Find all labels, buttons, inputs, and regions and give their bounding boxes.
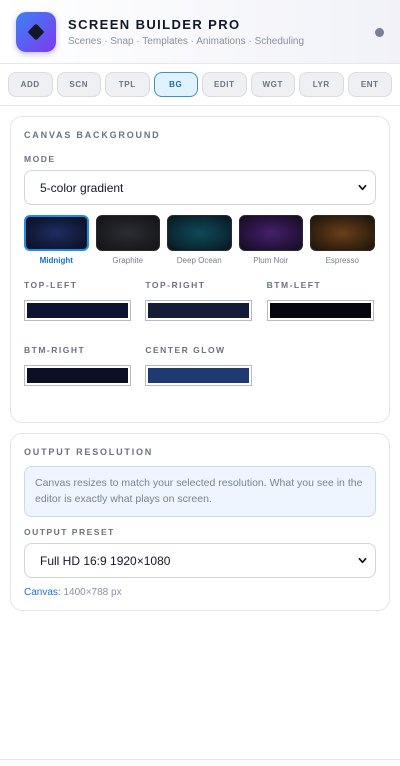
tab-edit[interactable]: EDIT: [202, 72, 247, 97]
preset-midnight[interactable]: Midnight: [24, 215, 89, 265]
canvas-background-card: CANVAS BACKGROUND MODE 5-color gradient …: [10, 116, 390, 423]
footer-divider: [0, 759, 400, 760]
tabs-divider: [0, 105, 400, 106]
preset-swatch-box: [24, 215, 89, 251]
color-top-right: TOP-RIGHT: [145, 280, 254, 345]
canvas-size-readout: Canvas: 1400×788 px: [24, 587, 376, 598]
app-subtitle: Scenes · Snap · Templates · Animations ·…: [68, 35, 305, 47]
preset-label: Espresso: [325, 256, 359, 265]
tab-ent[interactable]: ENT: [347, 72, 392, 97]
preset-swatches: Midnight Graphite Deep Ocean Plum Noir E…: [24, 215, 376, 265]
preset-deep-ocean[interactable]: Deep Ocean: [167, 215, 232, 265]
chevron-down-icon: [358, 557, 367, 564]
color-picker-center-glow[interactable]: [145, 365, 253, 386]
header-titles: SCREEN BUILDER PRO Scenes · Snap · Templ…: [68, 17, 304, 47]
output-preset-value: Full HD 16:9 1920×1080: [40, 553, 171, 568]
color-fill: [148, 303, 250, 318]
preset-swatch-box: [310, 215, 375, 251]
color-label: CENTER GLOW: [145, 345, 226, 355]
card-title: OUTPUT RESOLUTION: [24, 447, 154, 457]
chevron-down-icon: [358, 184, 367, 191]
color-picker-btm-left[interactable]: [266, 300, 374, 321]
gradient-color-grid: TOP-LEFT TOP-RIGHT BTM-LEFT BTM-RIGHT CE…: [24, 280, 376, 410]
tab-lyr[interactable]: LYR: [299, 72, 344, 97]
app-logo: [16, 11, 56, 52]
color-fill: [269, 303, 371, 318]
color-fill: [148, 368, 250, 383]
mode-label: MODE: [24, 154, 56, 164]
tab-bg[interactable]: BG: [153, 72, 198, 97]
app-title: SCREEN BUILDER PRO: [68, 16, 241, 32]
preset-swatch-box: [95, 215, 160, 251]
canvas-size-value: 1400×788 px: [63, 587, 122, 598]
output-resolution-card: OUTPUT RESOLUTION Canvas resizes to matc…: [10, 433, 390, 611]
color-fill: [27, 303, 128, 318]
color-picker-top-left[interactable]: [24, 300, 131, 321]
color-picker-btm-right[interactable]: [24, 365, 131, 386]
resolution-notice: Canvas resizes to match your selected re…: [24, 466, 376, 517]
preset-swatch-box: [238, 215, 303, 251]
status-dot-icon: [375, 28, 384, 37]
output-preset-label: OUTPUT PRESET: [24, 527, 115, 537]
color-btm-left: BTM-LEFT: [266, 280, 376, 345]
output-preset-select[interactable]: Full HD 16:9 1920×1080: [24, 543, 376, 578]
color-fill: [27, 368, 128, 383]
tab-tpl[interactable]: TPL: [105, 72, 150, 97]
tab-wgt[interactable]: WGT: [250, 72, 295, 97]
color-label: BTM-RIGHT: [24, 345, 86, 355]
preset-graphite[interactable]: Graphite: [95, 215, 160, 265]
preset-label: Midnight: [39, 256, 73, 265]
preset-plum-noir[interactable]: Plum Noir: [238, 215, 303, 265]
preset-label: Deep Ocean: [176, 256, 222, 265]
color-top-left: TOP-LEFT: [24, 280, 133, 345]
card-title: CANVAS BACKGROUND: [24, 130, 161, 140]
preset-espresso[interactable]: Espresso: [310, 215, 375, 265]
color-picker-top-right[interactable]: [145, 300, 253, 321]
tab-add[interactable]: ADD: [8, 72, 53, 97]
color-label: BTM-LEFT: [266, 280, 322, 290]
preset-label: Plum Noir: [253, 256, 289, 265]
canvas-size-key: Canvas:: [24, 587, 61, 598]
color-center-glow: CENTER GLOW: [145, 345, 254, 410]
color-label: TOP-LEFT: [24, 280, 78, 290]
tab-bar: ADD SCN TPL BG EDIT WGT LYR ENT: [0, 64, 400, 104]
color-label: TOP-RIGHT: [145, 280, 206, 290]
mode-select-value: 5-color gradient: [40, 180, 124, 195]
diamond-icon: [27, 23, 45, 40]
app-header: SCREEN BUILDER PRO Scenes · Snap · Templ…: [0, 0, 400, 64]
mode-select[interactable]: 5-color gradient: [24, 170, 376, 205]
preset-label: Graphite: [112, 256, 144, 265]
color-btm-right: BTM-RIGHT: [24, 345, 133, 410]
preset-swatch-box: [167, 215, 232, 251]
tab-scn[interactable]: SCN: [56, 72, 101, 97]
